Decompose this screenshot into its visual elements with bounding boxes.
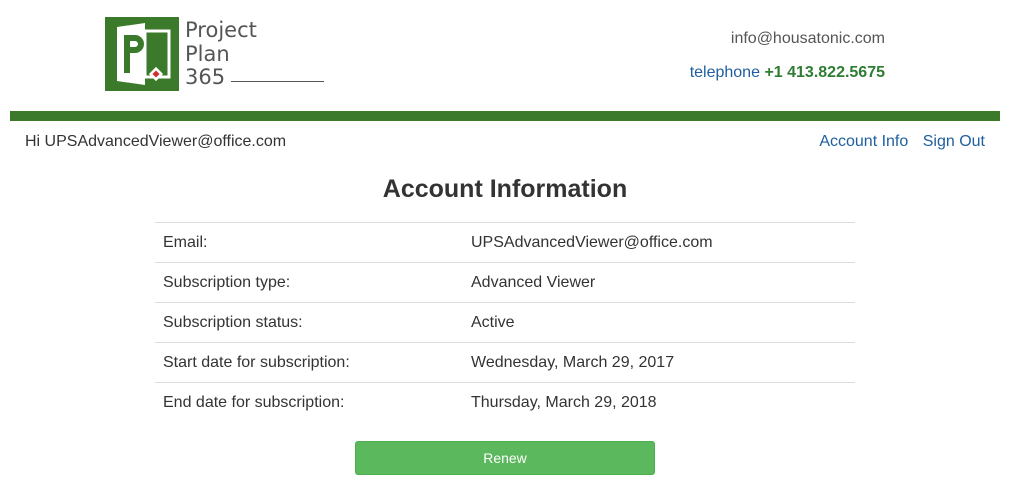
row-value: Wednesday, March 29, 2017 — [463, 342, 855, 383]
row-label: Subscription type: — [155, 262, 463, 303]
renew-button[interactable]: Renew — [355, 441, 655, 475]
page: Project Plan 365 info@housatonic.com tel… — [0, 0, 1023, 484]
project-plan-365-logo[interactable]: Project Plan 365 — [105, 17, 335, 93]
row-value: UPSAdvancedViewer@office.com — [463, 222, 855, 263]
user-nav: Account Info Sign Out — [819, 133, 985, 151]
table-row: Email: UPSAdvancedViewer@office.com — [155, 222, 855, 263]
account-info-link[interactable]: Account Info — [819, 133, 908, 150]
contact-email: info@housatonic.com — [730, 30, 885, 47]
page-title: Account Information — [382, 175, 628, 203]
row-label: Start date for subscription: — [155, 342, 463, 383]
row-value: Active — [463, 302, 855, 343]
table-row: Subscription status: Active — [155, 302, 855, 343]
row-value: Thursday, March 29, 2018 — [463, 382, 855, 422]
logo-text-line1: Project — [185, 18, 257, 42]
logo-text-line2: Plan — [185, 41, 230, 66]
row-label: Subscription status: — [155, 302, 463, 343]
row-label: Email: — [155, 222, 463, 263]
logo-underline — [231, 81, 324, 82]
row-label: End date for subscription: — [155, 382, 463, 422]
contact-phone: telephone +1 413.822.5675 — [690, 64, 885, 82]
account-info-table: Email: UPSAdvancedViewer@office.com Subs… — [155, 222, 855, 422]
table-row: Subscription type: Advanced Viewer — [155, 262, 855, 303]
user-greeting: Hi UPSAdvancedViewer@office.com — [25, 133, 287, 150]
row-value: Advanced Viewer — [463, 262, 855, 303]
table-row: Start date for subscription: Wednesday, … — [155, 342, 855, 383]
header-divider-bar — [10, 111, 1000, 121]
project-plan-logo-icon — [105, 17, 179, 91]
logo-text-line3: 365 — [185, 65, 226, 89]
phone-number: +1 413.822.5675 — [764, 64, 885, 81]
table-row: End date for subscription: Thursday, Mar… — [155, 382, 855, 422]
phone-label: telephone — [689, 64, 760, 81]
sign-out-link[interactable]: Sign Out — [923, 133, 985, 150]
logo-text: Project Plan 365 — [185, 18, 257, 90]
